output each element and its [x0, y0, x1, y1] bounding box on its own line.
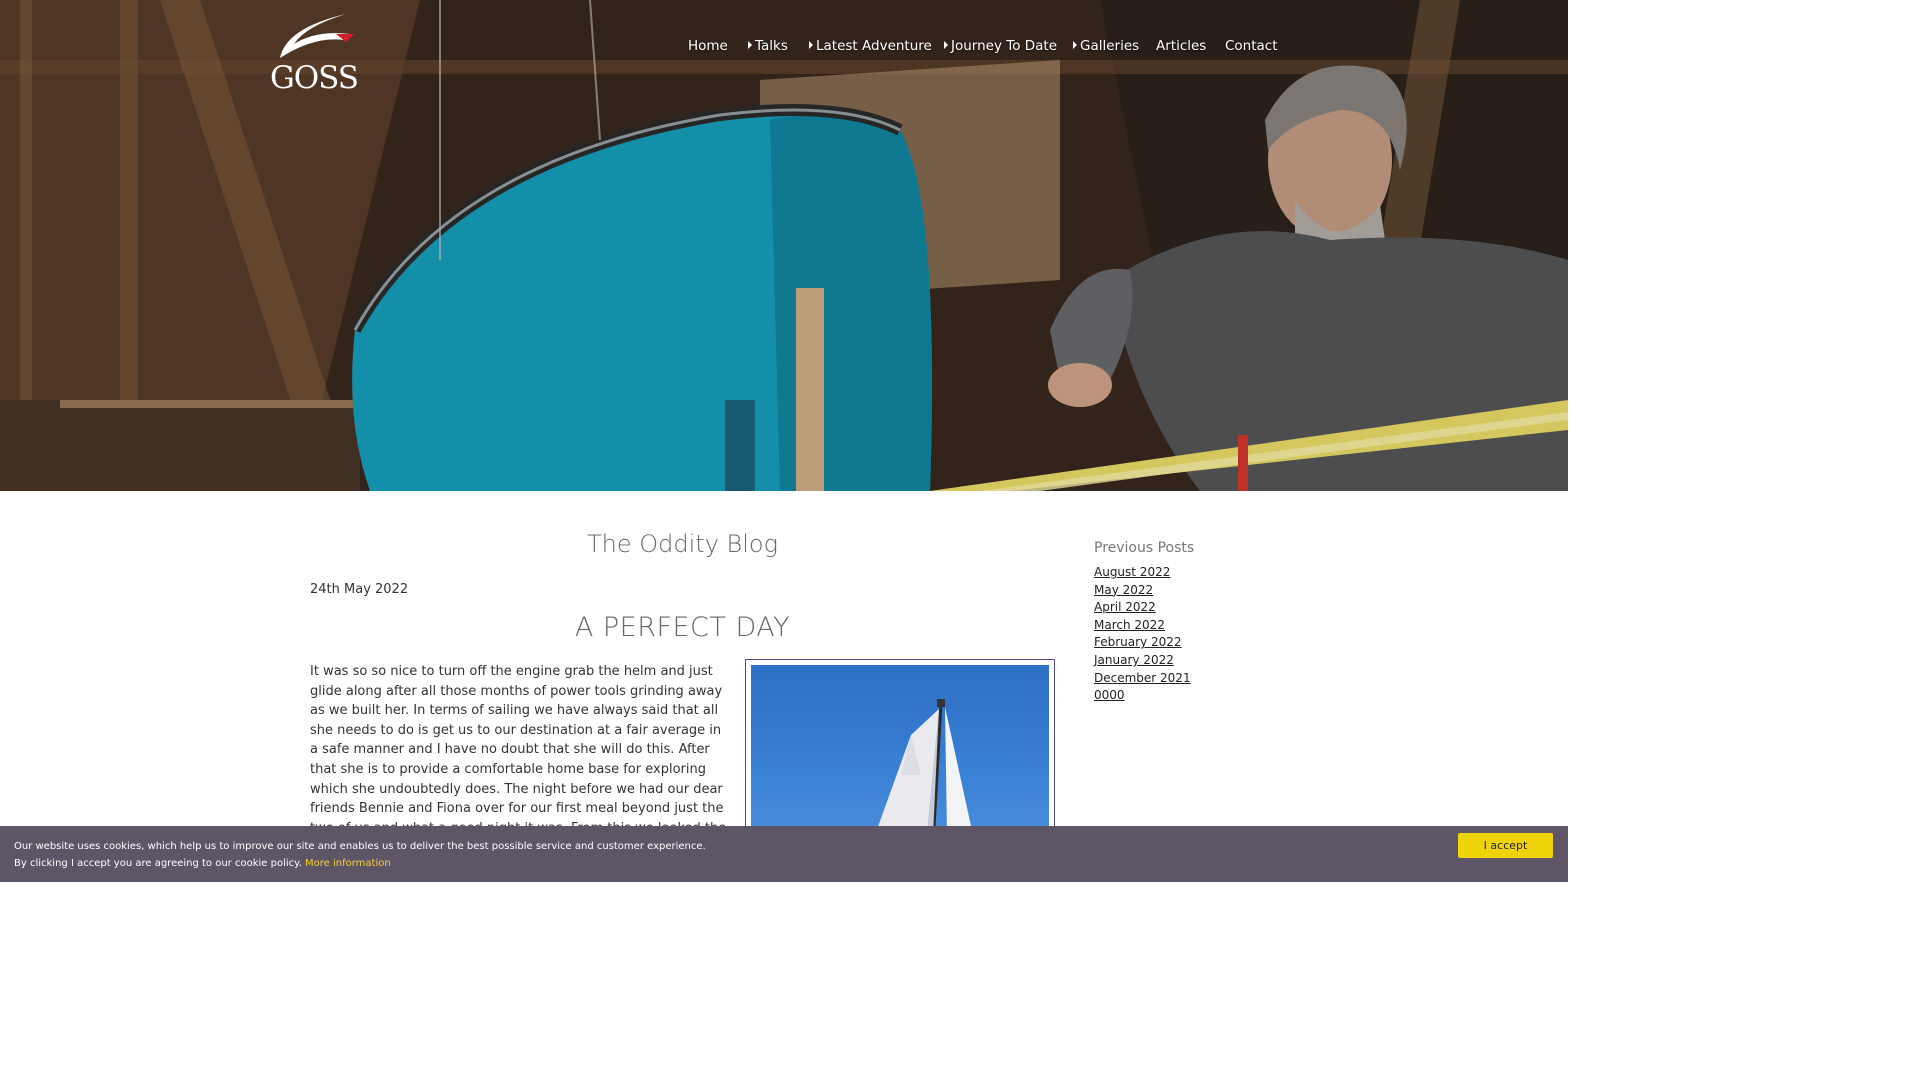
- post-date: 24th May 2022: [310, 582, 409, 597]
- caret-right-icon: [809, 41, 813, 49]
- previous-posts-sidebar: Previous Posts August 2022 May 2022 Apri…: [1094, 540, 1294, 705]
- caret-right-icon: [944, 41, 948, 49]
- accept-cookies-button[interactable]: I accept: [1458, 833, 1553, 858]
- post-image: [751, 665, 1049, 845]
- nav-item-contact[interactable]: Contact: [1225, 38, 1278, 54]
- logo-swoosh-icon: [280, 14, 354, 58]
- archive-link[interactable]: May 2022: [1094, 582, 1294, 600]
- cookie-message: Our website uses cookies, which help us …: [14, 838, 706, 872]
- logo-text: GOSS: [269, 60, 359, 96]
- nav-label: Contact: [1225, 38, 1278, 54]
- hero-image: [0, 0, 1568, 491]
- cookie-line-2: By clicking I accept you are agreeing to…: [14, 855, 706, 872]
- archive-link[interactable]: August 2022: [1094, 564, 1294, 582]
- archive-link[interactable]: January 2022: [1094, 652, 1294, 670]
- nav-item-articles[interactable]: Articles: [1156, 38, 1206, 54]
- nav-item-journey-to-date[interactable]: Journey To Date: [944, 38, 1057, 54]
- more-information-link[interactable]: More information: [305, 858, 391, 869]
- caret-right-icon: [1073, 41, 1077, 49]
- nav-label: Journey To Date: [951, 38, 1058, 54]
- archive-link[interactable]: February 2022: [1094, 634, 1294, 652]
- nav-label: Talks: [755, 38, 788, 54]
- cookie-line-2-text: By clicking I accept you are agreeing to…: [14, 858, 302, 869]
- nav-label: Home: [688, 38, 728, 54]
- cookie-line-1: Our website uses cookies, which help us …: [14, 841, 706, 852]
- archive-link[interactable]: March 2022: [1094, 617, 1294, 635]
- nav-item-latest-adventure[interactable]: Latest Adventure: [809, 38, 932, 54]
- post-title: A PERFECT DAY: [574, 612, 791, 643]
- nav-label: Latest Adventure: [816, 38, 932, 54]
- archive-link[interactable]: December 2021: [1094, 670, 1294, 688]
- nav-label: Galleries: [1080, 38, 1140, 54]
- caret-right-icon: [748, 41, 752, 49]
- blog-title: The Oddity Blog: [586, 530, 778, 558]
- nav-label: Articles: [1156, 38, 1207, 54]
- post-image-frame[interactable]: [745, 659, 1055, 849]
- page: GOSS Home Talks Latest Adventure Journey…: [0, 0, 1568, 882]
- cookie-banner: Our website uses cookies, which help us …: [0, 826, 1568, 882]
- site-logo[interactable]: GOSS: [266, 14, 362, 96]
- sidebar-title: Previous Posts: [1094, 540, 1195, 556]
- nav-item-talks[interactable]: Talks: [748, 38, 788, 54]
- nav-item-home[interactable]: Home: [688, 38, 728, 54]
- archive-link[interactable]: 0000: [1094, 687, 1294, 705]
- sailboat-photo: [875, 699, 973, 845]
- hero-banner: GOSS Home Talks Latest Adventure Journey…: [0, 0, 1568, 491]
- archive-link[interactable]: April 2022: [1094, 599, 1294, 617]
- nav-item-galleries[interactable]: Galleries: [1073, 38, 1139, 54]
